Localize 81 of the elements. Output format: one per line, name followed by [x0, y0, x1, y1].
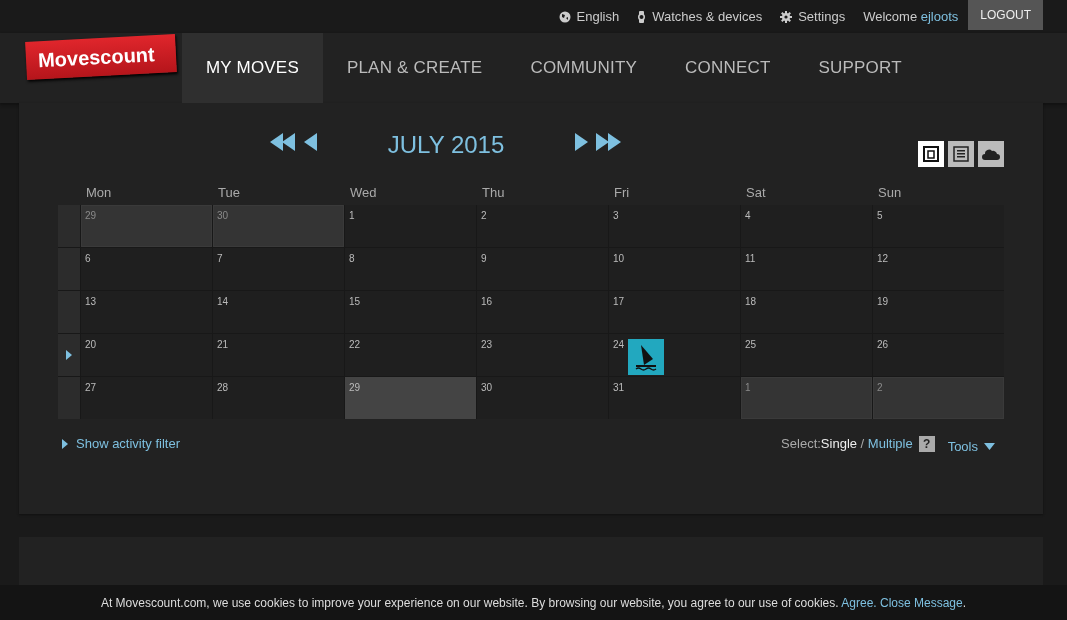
- activity-filter-link[interactable]: Show activity filter: [62, 436, 181, 451]
- day-cell[interactable]: 11: [741, 248, 872, 290]
- select-mode-text: Select:Single / Multiple: [781, 436, 913, 451]
- day-cell[interactable]: 10: [609, 248, 740, 290]
- day-cell[interactable]: 29: [345, 377, 476, 419]
- day-cell[interactable]: 31: [609, 377, 740, 419]
- welcome-text: Welcome ejloots: [863, 9, 959, 24]
- day-cell[interactable]: 3: [609, 205, 740, 247]
- weekday-label: Tue: [217, 184, 241, 202]
- day-cell[interactable]: 29: [81, 205, 212, 247]
- day-cell[interactable]: 2: [873, 377, 1004, 419]
- day-cell[interactable]: 15: [345, 291, 476, 333]
- week-handle[interactable]: [58, 334, 80, 376]
- day-cell[interactable]: 14: [213, 291, 344, 333]
- previous-icon[interactable]: [304, 132, 317, 151]
- logout-button[interactable]: LOGOUT: [968, 0, 1043, 30]
- day-cell[interactable]: 16: [477, 291, 608, 333]
- day-cell[interactable]: 4: [741, 205, 872, 247]
- weekday-label: Thu: [481, 184, 506, 202]
- next-icon[interactable]: [575, 132, 588, 151]
- day-cell[interactable]: 17: [609, 291, 740, 333]
- nav-tab[interactable]: MY MOVES: [182, 33, 323, 103]
- weekday-label: Sat: [745, 184, 767, 202]
- month-view-button[interactable]: [918, 141, 944, 167]
- nav-tab[interactable]: SUPPORT: [794, 33, 926, 103]
- day-cell[interactable]: 6: [81, 248, 212, 290]
- day-cell[interactable]: 2: [477, 205, 608, 247]
- top-link[interactable]: Watches & devices: [637, 9, 763, 24]
- day-cell[interactable]: 30: [213, 205, 344, 247]
- cloud-icon: [982, 148, 1000, 160]
- week-handle[interactable]: [58, 248, 80, 290]
- day-cell[interactable]: 20: [81, 334, 212, 376]
- day-cell[interactable]: 19: [873, 291, 1004, 333]
- day-cell[interactable]: 12: [873, 248, 1004, 290]
- day-cell[interactable]: 8: [345, 248, 476, 290]
- weekday-label: Mon: [85, 184, 113, 202]
- help-button[interactable]: ?: [918, 435, 935, 452]
- agree-link[interactable]: Agree.: [841, 595, 877, 610]
- day-cell[interactable]: 22: [345, 334, 476, 376]
- day-cell[interactable]: 18: [741, 291, 872, 333]
- day-cell[interactable]: 24: [609, 334, 740, 376]
- caret-icon: [984, 443, 995, 450]
- last-icon[interactable]: [596, 132, 622, 151]
- day-cell[interactable]: 25: [741, 334, 872, 376]
- movescount-logo[interactable]: Movescount: [25, 34, 177, 80]
- day-cell[interactable]: 23: [477, 334, 608, 376]
- nav-tab[interactable]: COMMUNITY: [506, 33, 662, 103]
- day-cell[interactable]: 21: [213, 334, 344, 376]
- settings-icon: [780, 10, 793, 23]
- list-icon: [953, 146, 969, 162]
- day-cell[interactable]: 1: [345, 205, 476, 247]
- day-cell[interactable]: 30: [477, 377, 608, 419]
- nav-tab[interactable]: PLAN & CREATE: [322, 33, 507, 103]
- day-cell[interactable]: 1: [741, 377, 872, 419]
- top-link[interactable]: Settings: [780, 9, 846, 24]
- day-cell[interactable]: 26: [873, 334, 1004, 376]
- day-cell[interactable]: 13: [81, 291, 212, 333]
- weekday-label: Sun: [877, 184, 903, 202]
- week-handle[interactable]: [58, 205, 80, 247]
- watch-icon: [637, 10, 647, 23]
- day-cell[interactable]: 27: [81, 377, 212, 419]
- multiple-link[interactable]: Multiple: [867, 436, 913, 451]
- cloud-view-button[interactable]: [978, 141, 1004, 167]
- day-cell[interactable]: 9: [477, 248, 608, 290]
- day-cell[interactable]: 7: [213, 248, 344, 290]
- list-view-button[interactable]: [948, 141, 974, 167]
- weekday-label: Wed: [349, 184, 378, 202]
- calendar-icon: [923, 146, 939, 162]
- triangle-icon: [66, 350, 72, 360]
- day-cell[interactable]: 28: [213, 377, 344, 419]
- weekday-label: Fri: [613, 184, 631, 202]
- top-link[interactable]: English: [558, 9, 620, 24]
- cookie-message: At Movescount.com, we use cookies to improve your experience on our website. By browsing our website, you agree to our use of cookies. Agree. Close Message.: [100, 595, 967, 610]
- nav-tab[interactable]: CONNECT: [661, 33, 795, 103]
- first-icon[interactable]: [270, 132, 296, 151]
- month-title: JULY 2015: [386, 129, 506, 159]
- close-message-link[interactable]: Close Message: [880, 595, 963, 610]
- day-cell[interactable]: 5: [873, 205, 1004, 247]
- windsurfing-move-icon[interactable]: [628, 339, 665, 375]
- triangle-icon: [62, 438, 68, 449]
- tools-menu[interactable]: Tools: [947, 433, 995, 454]
